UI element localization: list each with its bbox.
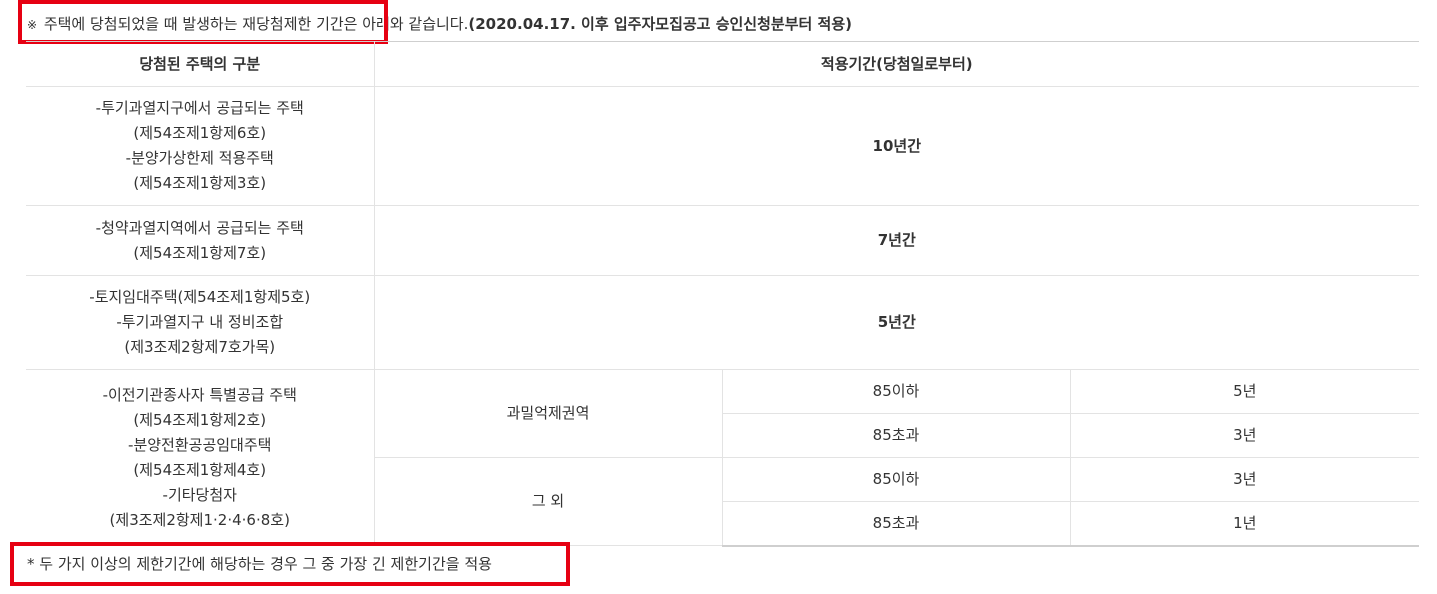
notice-top-date: (2020.04.17. 이후 입주자모집공고 승인신청분부터 적용)	[468, 15, 852, 33]
table-row: -투기과열지구에서 공급되는 주택 (제54조제1항제6호) -분양가상한제 적…	[26, 86, 1420, 206]
period-cell: 7년간	[373, 205, 1420, 276]
housing-type-cell: -청약과열지역에서 공급되는 주택 (제54조제1항제7호)	[26, 205, 375, 276]
header-housing-type: 당첨된 주택의 구분	[26, 41, 375, 87]
housing-type-cell: -투기과열지구에서 공급되는 주택 (제54조제1항제6호) -분양가상한제 적…	[26, 86, 375, 206]
period-cell: 5년간	[373, 275, 1420, 370]
size-cell: 85초과	[722, 501, 1071, 547]
size-cell: 85이하	[721, 457, 1071, 502]
table-row: -청약과열지역에서 공급되는 주택 (제54조제1항제7호) 7년간	[26, 205, 1420, 276]
size-cell: 85이하	[721, 369, 1071, 414]
period-cell: 10년간	[373, 86, 1420, 206]
region-cell: 그 외	[374, 457, 723, 546]
highlight-box-bottom	[10, 542, 570, 586]
period-cell: 3년	[1069, 413, 1420, 458]
housing-type-cell: -토지임대주택(제54조제1항제5호) -투기과열지구 내 정비조합 (제3조제…	[26, 275, 375, 370]
size-cell: 85초과	[722, 413, 1071, 458]
period-cell: 3년	[1069, 457, 1420, 502]
table-row: -이전기관종사자 특별공급 주택 (제54조제1항제2호) -분양전환공공임대주…	[26, 369, 1420, 546]
period-cell: 1년	[1069, 501, 1420, 547]
rewin-restriction-table: 당첨된 주택의 구분 적용기간(당첨일로부터) -투기과열지구에서 공급되는 주…	[26, 41, 1420, 547]
region-cell: 과밀억제권역	[373, 369, 723, 458]
period-cell: 5년	[1069, 369, 1420, 414]
highlight-box-top	[18, 0, 388, 44]
header-period: 적용기간(당첨일로부터)	[373, 41, 1420, 87]
housing-type-cell: -이전기관종사자 특별공급 주택 (제54조제1항제2호) -분양전환공공임대주…	[26, 369, 375, 546]
table-header-row: 당첨된 주택의 구분 적용기간(당첨일로부터)	[26, 41, 1420, 87]
table-row: -토지임대주택(제54조제1항제5호) -투기과열지구 내 정비조합 (제3조제…	[26, 275, 1420, 370]
